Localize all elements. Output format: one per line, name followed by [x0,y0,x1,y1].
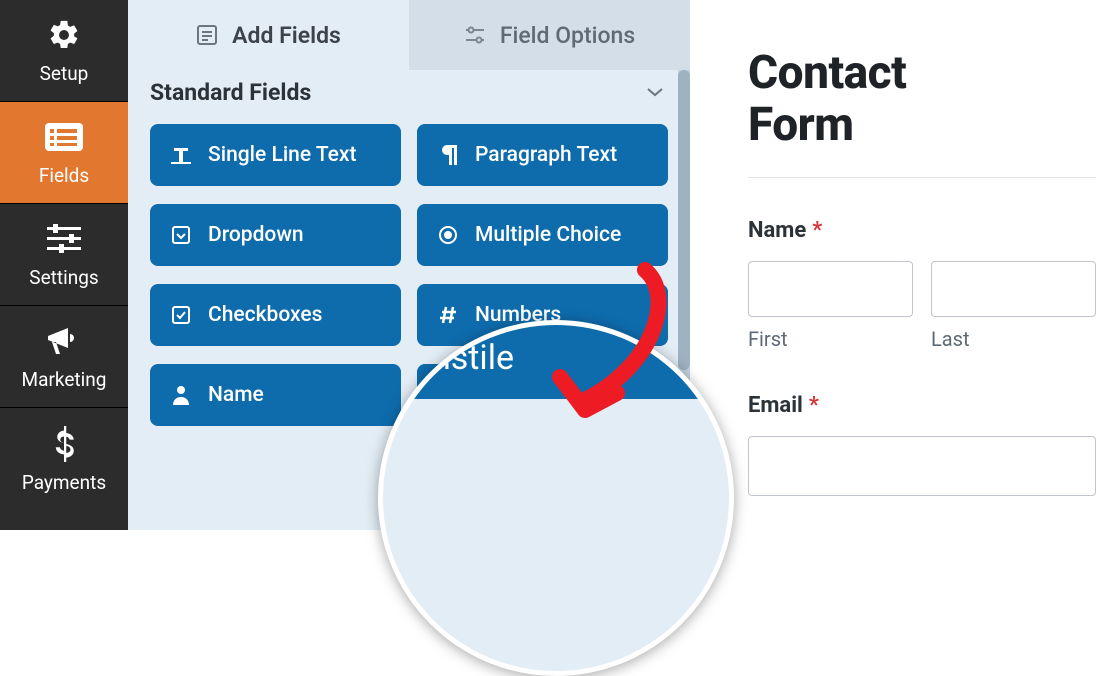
field-multiple-choice[interactable]: Multiple Choice [417,204,668,266]
field-label: Paragraph Text [475,143,617,167]
email-input[interactable] [748,436,1096,496]
sliders-icon [45,220,83,258]
list-icon [45,118,83,156]
section-title: Standard Fields [150,79,311,106]
field-label: Name [208,383,264,407]
sidebar-item-settings[interactable]: Settings [0,204,128,306]
sidebar-label: Settings [29,266,98,289]
text-icon [170,144,192,166]
last-name-sublabel: Last [931,327,1096,351]
hash-icon [437,304,459,326]
tab-add-fields[interactable]: Add Fields [128,0,409,70]
dropdown-icon [170,224,192,246]
field-label: Turnstile [383,338,514,378]
gear-icon [45,16,83,54]
sidebar-label: Setup [40,62,89,85]
chevron-down-icon [646,87,664,97]
options-icon [464,24,486,46]
field-label: Dropdown [208,223,304,247]
name-label: Name* [748,218,1096,243]
field-paragraph-text[interactable]: Paragraph Text [417,124,668,186]
tab-label: Add Fields [232,22,341,49]
first-name-input[interactable] [748,261,913,317]
main-sidebar: Setup Fields Settings Marketing Payments [0,0,128,530]
paragraph-icon [437,144,459,166]
email-label: Email* [748,393,1096,418]
form-title: Contact Form [748,48,1096,151]
field-turnstile[interactable]: Turnstile [378,320,734,399]
field-name[interactable]: Name [150,364,401,426]
field-dropdown[interactable]: Dropdown [150,204,401,266]
radio-icon [437,224,459,246]
form-icon [196,24,218,46]
bullhorn-icon [45,322,83,360]
last-name-input[interactable] [931,261,1096,317]
dollar-icon [45,425,83,463]
person-icon [170,384,192,406]
sidebar-item-setup[interactable]: Setup [0,0,128,102]
section-standard-fields[interactable]: Standard Fields [128,70,690,114]
field-label: Single Line Text [208,143,356,167]
magnified-highlight: Turnstile [378,320,734,676]
tab-label: Field Options [500,22,635,49]
divider [748,177,1096,178]
form-preview: Contact Form Name* First Last Email* [698,0,1116,530]
field-single-line-text[interactable]: Single Line Text [150,124,401,186]
checkbox-icon [170,304,192,326]
sidebar-label: Marketing [22,368,107,391]
tab-field-options[interactable]: Field Options [409,0,690,70]
sidebar-item-fields[interactable]: Fields [0,102,128,204]
sidebar-item-marketing[interactable]: Marketing [0,306,128,408]
sidebar-label: Fields [39,164,89,187]
sidebar-label: Payments [22,471,106,494]
panel-tabs: Add Fields Field Options [128,0,690,70]
first-name-sublabel: First [748,327,913,351]
field-label: Multiple Choice [475,223,621,247]
sidebar-item-payments[interactable]: Payments [0,408,128,510]
field-label: Checkboxes [208,303,322,327]
field-checkboxes[interactable]: Checkboxes [150,284,401,346]
